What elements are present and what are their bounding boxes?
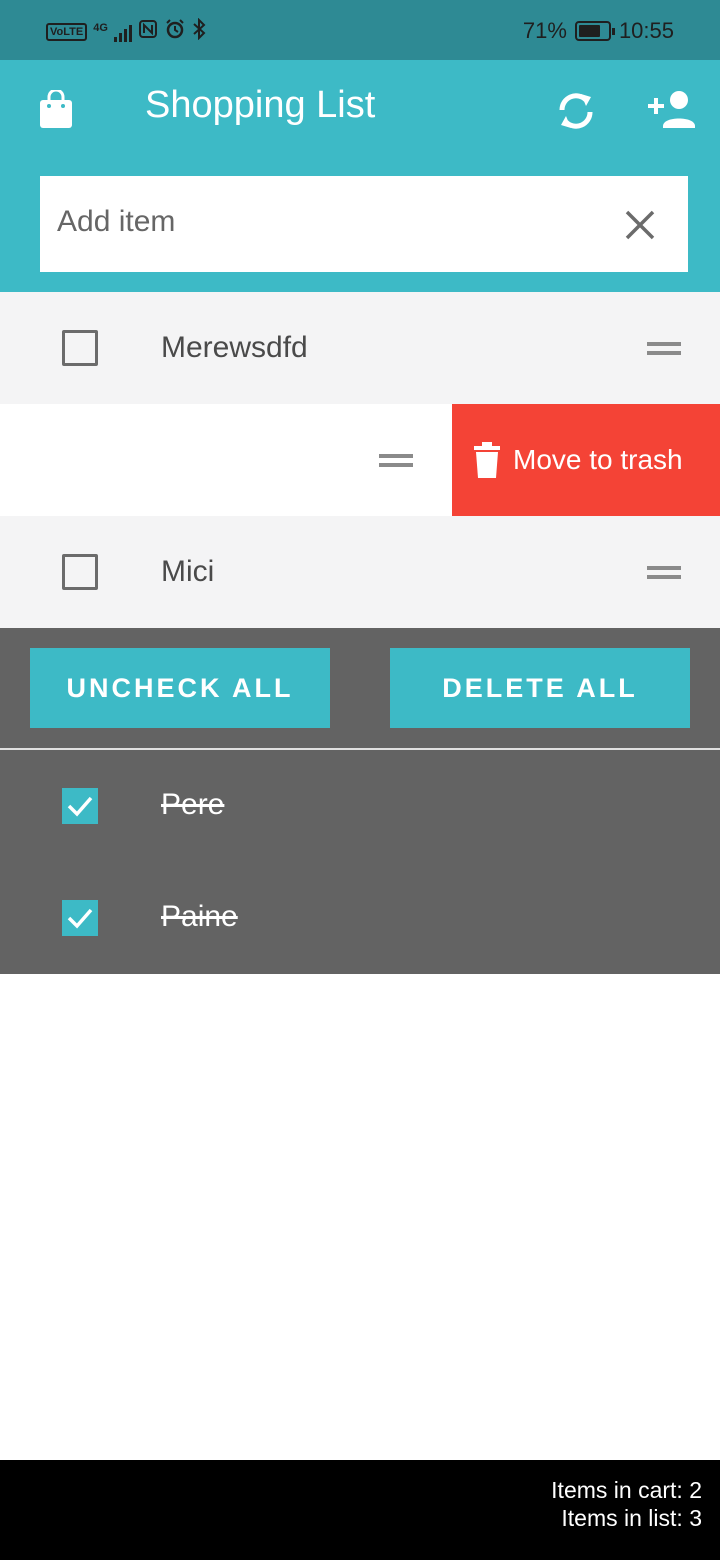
list-item[interactable]: Mici <box>0 516 720 628</box>
alarm-icon <box>164 18 186 45</box>
app-bar: Shopping List <box>0 60 720 292</box>
list-count: Items in list: 3 <box>561 1505 702 1531</box>
checked-items-section: UNCHECK ALL DELETE ALL Pere Paine <box>0 628 720 974</box>
shopping-bag-icon <box>38 88 74 130</box>
clear-button[interactable] <box>624 209 656 241</box>
page-title: Shopping List <box>145 84 376 126</box>
clock: 10:55 <box>618 18 674 43</box>
person-add-icon <box>648 91 695 128</box>
close-icon <box>625 210 655 240</box>
nfc-icon <box>138 19 158 44</box>
add-item-input[interactable] <box>57 202 597 242</box>
cart-count: Items in cart: 2 <box>551 1477 702 1503</box>
move-to-trash-label: Move to trash <box>513 444 683 475</box>
drag-handle-icon[interactable] <box>379 454 413 468</box>
item-label: Pere <box>161 788 225 821</box>
battery-icon <box>574 21 615 41</box>
delete-all-button[interactable]: DELETE ALL <box>390 648 690 728</box>
trash-icon <box>474 442 500 478</box>
network-type: 4G <box>93 21 108 34</box>
item-checkbox[interactable] <box>62 554 98 590</box>
item-label: Merewsdfd <box>161 331 308 364</box>
status-right: 71% 10:55 <box>523 18 674 44</box>
item-label: Mici <box>161 555 215 588</box>
footer: Items in cart: 2 Items in list: 3 <box>0 1460 720 1560</box>
item-label: Paine <box>161 900 238 933</box>
battery-percent: 71% <box>522 18 567 43</box>
list-item[interactable]: Merewsdfd <box>0 292 720 404</box>
add-user-button[interactable] <box>646 88 698 132</box>
item-checkbox-checked[interactable] <box>62 788 98 824</box>
drag-handle-icon[interactable] <box>647 566 681 580</box>
bluetooth-icon <box>192 17 206 45</box>
check-icon <box>67 908 93 929</box>
checked-item[interactable]: Pere <box>0 750 720 862</box>
status-bar: VoLTE 4G 71% 10:55 <box>0 0 720 60</box>
item-checkbox-checked[interactable] <box>62 900 98 936</box>
list-item-swiped[interactable]: Move to trash <box>0 404 720 516</box>
sync-icon <box>559 93 593 129</box>
drag-handle-icon[interactable] <box>647 342 681 356</box>
add-item-field <box>40 176 688 272</box>
status-icons: VoLTE 4G <box>46 17 206 45</box>
move-to-trash-action[interactable]: Move to trash <box>452 404 720 516</box>
check-icon <box>67 796 93 817</box>
sync-button[interactable] <box>553 88 599 134</box>
checked-item[interactable]: Paine <box>0 862 720 974</box>
volte-icon: VoLTE <box>46 22 88 41</box>
item-checkbox[interactable] <box>62 330 98 366</box>
uncheck-all-button[interactable]: UNCHECK ALL <box>30 648 330 728</box>
signal-icon <box>113 22 132 42</box>
